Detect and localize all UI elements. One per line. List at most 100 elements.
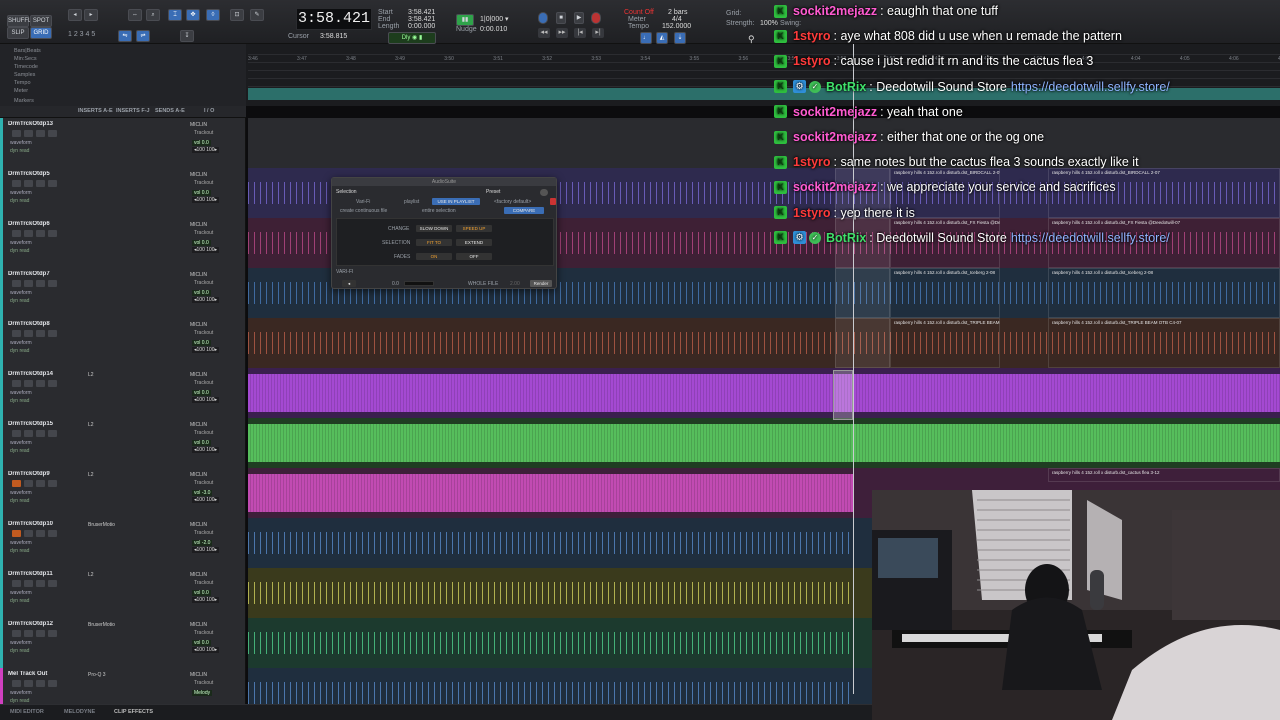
volume-readout[interactable]: vol 0.0 [192, 140, 211, 146]
volume-readout[interactable]: vol 0.0 [192, 190, 211, 196]
clip-region[interactable]: raspberry hills 4 152.roll x disturb.dst… [1048, 268, 1280, 318]
speed-up-button[interactable]: SPEED UP [456, 225, 492, 232]
volume-readout[interactable]: vol 0.0 [192, 340, 211, 346]
mute-button[interactable] [48, 330, 57, 337]
track-row[interactable]: DrmTrckOtdp8 waveform dyn read MICLIN Tracko… [0, 318, 1280, 368]
midi-merge-icon[interactable]: ⇣ [674, 32, 686, 44]
track-view-selector[interactable]: waveform [10, 340, 32, 346]
chat-username[interactable]: 1styro [793, 29, 831, 43]
chat-username[interactable]: sockit2mejazz [793, 105, 877, 119]
handle-value[interactable]: 0.0 [392, 281, 399, 287]
count-off-label[interactable]: Count Off [624, 9, 654, 16]
stop-icon[interactable]: ■ [556, 12, 566, 24]
output-selector[interactable]: Trackout [194, 380, 213, 386]
dialog-title[interactable]: AudioSuite [332, 178, 556, 186]
fast-forward-icon[interactable]: ▸▸ [556, 28, 568, 38]
insert-slot[interactable]: Pro-Q 3 [88, 672, 106, 678]
pan-readout[interactable]: ◂100 100▸ [192, 197, 220, 203]
record-button[interactable] [12, 230, 21, 237]
automation-mode-selector[interactable]: dyn read [10, 148, 29, 154]
fades-off-button[interactable]: OFF [456, 253, 492, 260]
input-button[interactable] [24, 380, 33, 387]
melodyne-tab[interactable]: MELODYNE [64, 709, 95, 715]
pan-readout[interactable]: ◂100 100▸ [192, 397, 220, 403]
chat-username[interactable]: sockit2mejazz [793, 4, 877, 18]
input-button[interactable] [24, 180, 33, 187]
track-playlist-lane[interactable]: raspberry hills 4 152.roll x disturb.dst… [248, 318, 1280, 368]
compare-button[interactable]: COMPARE [504, 207, 544, 214]
output-selector[interactable]: Trackout [194, 230, 213, 236]
rewind-icon[interactable]: ◂◂ [538, 28, 550, 38]
mute-button[interactable] [48, 630, 57, 637]
input-button[interactable] [24, 630, 33, 637]
solo-button[interactable] [36, 180, 45, 187]
smart-tool-icon[interactable]: ⊡ [230, 9, 244, 21]
pan-readout[interactable]: ◂100 100▸ [192, 647, 220, 653]
solo-button[interactable] [36, 230, 45, 237]
link-timeline-icon[interactable]: ⇋ [118, 30, 132, 42]
record-button[interactable] [12, 630, 21, 637]
selected-clip[interactable] [833, 370, 853, 420]
volume-readout[interactable]: vol 0.0 [192, 240, 211, 246]
output-selector[interactable]: Trackout [194, 580, 213, 586]
automation-mode-selector[interactable]: dyn read [10, 548, 29, 554]
midi-editor-tab[interactable]: MIDI EDITOR [10, 709, 44, 715]
output-selector[interactable]: Trackout [194, 630, 213, 636]
record-button[interactable] [12, 330, 21, 337]
track-row[interactable]: DrmTrckOtdp15 waveform dyn read L2 MICLIN Tra… [0, 418, 1280, 468]
track-name[interactable]: DrmTrckOtdp14 [8, 371, 70, 377]
link-track-icon[interactable]: ⇌ [136, 30, 150, 42]
input-selector[interactable]: MICLIN [190, 422, 207, 428]
play-icon[interactable]: ▶ [574, 12, 584, 24]
track-name[interactable]: DrmTrckOtdp11 [8, 571, 70, 577]
insert-slot[interactable]: L2 [88, 472, 94, 478]
clip-region[interactable]: raspberry hills 4 152.roll x disturb.dst… [890, 318, 1000, 368]
spot-mode-button[interactable]: SPOT [30, 15, 52, 27]
volume-readout[interactable]: vol -2.0 [192, 540, 213, 546]
clip-region[interactable]: raspberry hills 4 152.roll x disturb.dst… [890, 268, 1000, 318]
track-view-selector[interactable]: waveform [10, 390, 32, 396]
conductor-icon[interactable]: ♩ [640, 32, 652, 44]
track-view-selector[interactable]: waveform [10, 590, 32, 596]
playlist-selector[interactable]: playlist [404, 199, 419, 205]
tempo-value[interactable]: 152.0000 [662, 23, 691, 30]
solo-button[interactable] [36, 380, 45, 387]
go-to-end-icon[interactable]: ▸| [592, 28, 604, 38]
volume-readout[interactable]: vol 0.0 [192, 590, 211, 596]
track-view-selector[interactable]: waveform [10, 540, 32, 546]
solo-button[interactable] [36, 480, 45, 487]
zoom-presets[interactable]: 1 2 3 4 5 [68, 31, 95, 38]
solo-button[interactable] [36, 680, 45, 687]
clip-effects-tab[interactable]: CLIP EFFECTS [114, 709, 153, 715]
record-button[interactable] [12, 530, 21, 537]
zoom-out-icon[interactable]: ◂ [68, 9, 82, 21]
solo-button[interactable] [36, 580, 45, 587]
input-selector[interactable]: MICLIN [190, 672, 207, 678]
pan-readout[interactable]: ◂100 100▸ [192, 247, 220, 253]
volume-readout[interactable]: vol 0.0 [192, 390, 211, 396]
start-value[interactable]: 3:58.421 [408, 9, 435, 16]
track-view-selector[interactable]: waveform [10, 240, 32, 246]
mute-button[interactable] [48, 130, 57, 137]
loop-icon[interactable] [538, 12, 548, 24]
grabber-tool-icon[interactable]: ✥ [186, 9, 200, 21]
input-selector[interactable]: MICLIN [190, 572, 207, 578]
input-button[interactable] [24, 280, 33, 287]
length-value[interactable]: 0:00.000 [408, 23, 435, 30]
insert-slot[interactable]: BruserMotio [88, 522, 115, 528]
mute-button[interactable] [48, 530, 57, 537]
count-off-value[interactable]: 2 bars [668, 9, 687, 16]
pan-readout[interactable]: ◂100 100▸ [192, 297, 220, 303]
record-button[interactable] [12, 580, 21, 587]
pre-post-roll[interactable]: Dly ◉ ▮ [388, 32, 436, 44]
metronome-icon[interactable]: ◭ [656, 32, 668, 44]
track-view-selector[interactable]: waveform [10, 440, 32, 446]
chat-username[interactable]: 1styro [793, 54, 831, 68]
use-in-playlist-button[interactable]: USE IN PLAYLIST [432, 198, 480, 205]
solo-button[interactable] [36, 330, 45, 337]
volume-readout[interactable]: vol 0.0 [192, 640, 211, 646]
input-selector[interactable]: MICLIN [190, 622, 207, 628]
chat-link[interactable]: https://deedotwill.sellfy.store/ [1011, 231, 1170, 245]
scrubber-tool-icon[interactable]: ◊ [206, 9, 220, 21]
automation-mode-selector[interactable]: dyn read [10, 348, 29, 354]
